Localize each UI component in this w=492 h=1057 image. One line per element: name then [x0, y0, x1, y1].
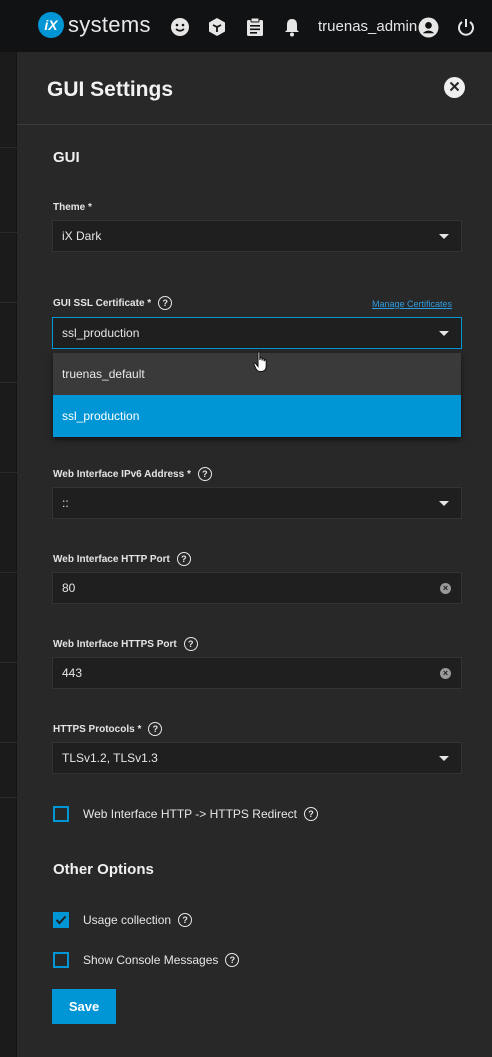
https-port-label-text: Web Interface HTTPS Port	[53, 638, 177, 650]
section-title-gui: GUI	[53, 149, 80, 166]
account-icon[interactable]	[417, 16, 439, 38]
power-icon[interactable]	[455, 16, 477, 38]
checkmark-icon	[55, 915, 67, 925]
chevron-down-icon	[439, 501, 449, 506]
truenas-logo[interactable]: iX systems	[38, 12, 151, 38]
user-name[interactable]: truenas_admin	[318, 18, 417, 35]
usage-collection-label: Usage collection	[83, 913, 172, 927]
notifications-icon[interactable]	[281, 16, 303, 38]
https-port-label: Web Interface HTTPS Port ?	[53, 637, 198, 651]
usage-collection-checkbox[interactable]	[53, 912, 69, 928]
help-icon[interactable]: ?	[303, 807, 318, 821]
help-icon[interactable]: ?	[158, 296, 173, 310]
background-page	[0, 52, 17, 1057]
console-messages-checkbox-row[interactable]: Show Console Messages ?	[53, 952, 240, 968]
ipv6-address-value: ::	[62, 496, 69, 510]
logo-word: systems	[68, 12, 151, 37]
panel-header: GUI Settings	[17, 52, 492, 125]
top-bar: iX systems truenas_admin	[0, 0, 492, 52]
ssl-certificate-label-text: GUI SSL Certificate *	[53, 297, 152, 309]
https-redirect-label: Web Interface HTTP -> HTTPS Redirect	[83, 807, 297, 821]
help-icon[interactable]: ?	[225, 953, 240, 967]
theme-label-text: Theme *	[53, 202, 92, 213]
help-icon[interactable]: ?	[183, 637, 198, 651]
help-icon[interactable]: ?	[148, 722, 163, 736]
console-messages-checkbox[interactable]	[53, 952, 69, 968]
clear-icon[interactable]: ×	[440, 583, 451, 594]
ssl-certificate-select[interactable]: ssl_production	[52, 317, 462, 349]
help-icon[interactable]: ?	[178, 913, 193, 927]
theme-select[interactable]: iX Dark	[52, 220, 462, 252]
manage-certificates-link[interactable]: Manage Certificates	[372, 299, 452, 309]
help-icon[interactable]: ?	[197, 467, 212, 481]
https-redirect-checkbox[interactable]	[53, 806, 69, 822]
section-title-other-options: Other Options	[53, 861, 154, 878]
https-redirect-checkbox-row[interactable]: Web Interface HTTP -> HTTPS Redirect ?	[53, 806, 318, 822]
usage-collection-checkbox-row[interactable]: Usage collection ?	[53, 912, 193, 928]
https-protocols-value: TLSv1.2, TLSv1.3	[62, 751, 158, 765]
hand-cursor-icon	[253, 351, 269, 378]
chevron-down-icon	[439, 331, 449, 336]
save-button[interactable]: Save	[52, 989, 116, 1024]
logo-mark: iX	[38, 12, 64, 38]
close-icon	[449, 79, 460, 97]
http-port-label-text: Web Interface HTTP Port	[53, 553, 170, 565]
console-messages-label: Show Console Messages	[83, 953, 219, 967]
ipv6-address-select[interactable]: ::	[52, 487, 462, 519]
theme-value: iX Dark	[62, 229, 102, 243]
clear-icon[interactable]: ×	[440, 668, 451, 679]
http-port-input[interactable]: 80 ×	[52, 572, 462, 604]
https-protocols-select[interactable]: TLSv1.2, TLSv1.3	[52, 742, 462, 774]
https-protocols-label: HTTPS Protocols * ?	[53, 722, 163, 736]
ipv6-address-label-text: Web Interface IPv6 Address *	[53, 468, 191, 480]
ssl-certificate-label: GUI SSL Certificate * ?	[53, 296, 173, 310]
ssl-certificate-value: ssl_production	[62, 326, 140, 340]
chevron-down-icon	[439, 756, 449, 761]
http-port-value: 80	[62, 581, 76, 595]
panel-title: GUI Settings	[47, 78, 174, 101]
https-protocols-label-text: HTTPS Protocols *	[53, 723, 142, 735]
theme-label: Theme *	[53, 202, 92, 213]
ipv6-address-label: Web Interface IPv6 Address * ?	[53, 467, 212, 481]
http-port-label: Web Interface HTTP Port ?	[53, 552, 191, 566]
gui-settings-panel: GUI Settings GUI Theme * iX Dark GUI SSL…	[17, 52, 492, 1057]
dropdown-option-selected[interactable]: ssl_production	[53, 395, 461, 437]
truecommand-icon[interactable]	[206, 16, 228, 38]
task-manager-icon[interactable]	[244, 16, 266, 38]
feedback-icon[interactable]	[169, 16, 191, 38]
help-icon[interactable]: ?	[176, 552, 191, 566]
close-button[interactable]	[444, 77, 465, 98]
https-port-value: 443	[62, 666, 83, 680]
chevron-down-icon	[439, 234, 449, 239]
https-port-input[interactable]: 443 ×	[52, 657, 462, 689]
